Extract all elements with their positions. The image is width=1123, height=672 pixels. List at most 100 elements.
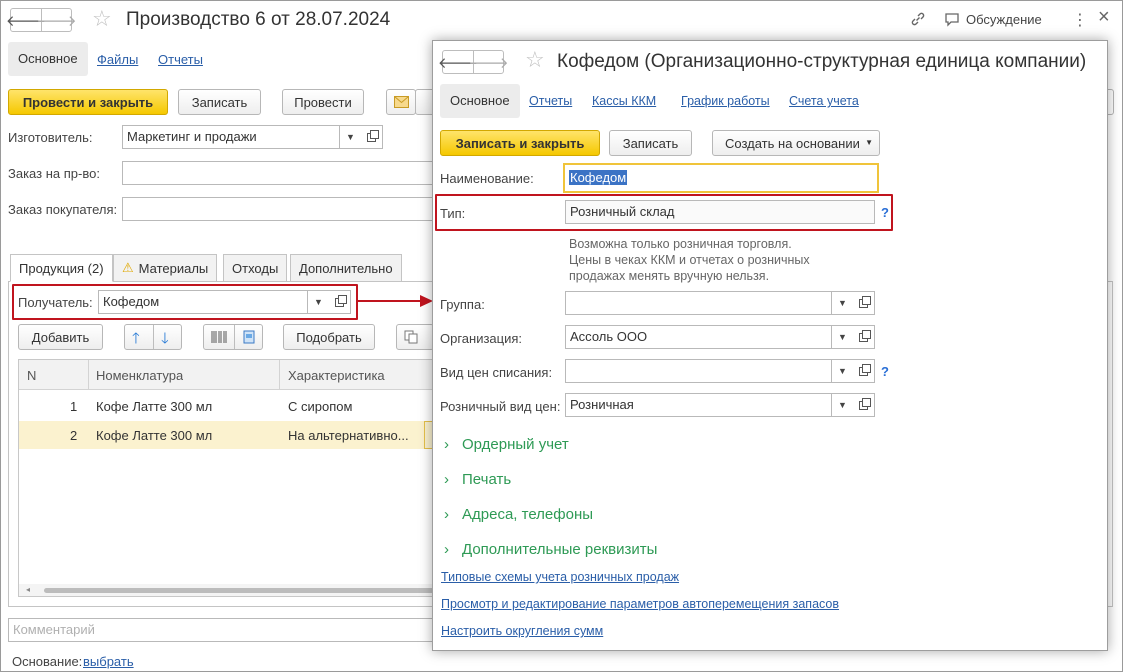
- scanner-icon[interactable]: [241, 329, 257, 345]
- main-tab-basic[interactable]: Основное: [8, 42, 88, 76]
- forward-arrow-icon[interactable]: 🡒: [36, 9, 77, 31]
- chevron-down-icon: ▼: [865, 138, 873, 147]
- write-off-price-dropdown-icon[interactable]: ▼: [832, 359, 854, 383]
- manufacturer-dropdown-icon[interactable]: ▼: [340, 125, 362, 149]
- auto-transfer-params-link[interactable]: Просмотр и редактирование параметров авт…: [441, 597, 839, 611]
- write-off-price-input[interactable]: [565, 359, 832, 383]
- h-scrollbar-thumb[interactable]: [44, 588, 434, 593]
- barcode-icon[interactable]: [211, 330, 227, 344]
- chevron-right-icon: ›: [444, 506, 449, 523]
- group-title: Печать: [462, 471, 512, 488]
- customer-order-input[interactable]: [122, 197, 434, 221]
- group-open-icon[interactable]: [853, 291, 875, 315]
- modal-save-button[interactable]: Записать: [609, 130, 692, 156]
- copy-button[interactable]: [396, 324, 434, 350]
- group-title: Адреса, телефоны: [462, 506, 594, 523]
- write-off-price-open-icon[interactable]: [853, 359, 875, 383]
- col-header-item[interactable]: Номенклатура: [96, 368, 183, 383]
- group-label: Группа:: [440, 297, 485, 312]
- more-icon[interactable]: ⋮: [1072, 10, 1088, 30]
- retail-price-dropdown-icon[interactable]: ▼: [832, 393, 854, 417]
- group-print[interactable]: › Печать: [444, 471, 511, 488]
- post-button[interactable]: Провести: [282, 89, 364, 115]
- row-item: Кофе Латте 300 мл: [96, 428, 213, 443]
- main-tab-files[interactable]: Файлы: [97, 52, 138, 67]
- subtab-additional[interactable]: Дополнительно: [290, 254, 402, 282]
- manufacturer-input[interactable]: Маркетинг и продажи: [122, 125, 340, 149]
- discussion-icon[interactable]: [944, 12, 960, 30]
- group-order-accounting[interactable]: › Ордерный учет: [444, 436, 569, 453]
- type-highlight-box: [435, 194, 893, 231]
- separator: [234, 325, 235, 349]
- discussion-button[interactable]: Обсуждение: [966, 12, 1042, 27]
- group-title: Дополнительные реквизиты: [462, 541, 658, 558]
- row-number: 2: [70, 428, 78, 443]
- retail-price-open-icon[interactable]: [853, 393, 875, 417]
- link-icon[interactable]: [910, 11, 926, 30]
- modal-tab-basic[interactable]: Основное: [440, 84, 520, 118]
- save-and-close-button[interactable]: Записать и закрыть: [440, 130, 600, 156]
- separator: [153, 325, 154, 349]
- group-input[interactable]: [565, 291, 832, 315]
- save-button[interactable]: Записать: [178, 89, 261, 115]
- group-title: Ордерный учет: [462, 436, 569, 453]
- forward-arrow-icon[interactable]: 🡒: [468, 51, 509, 73]
- row-number: 1: [70, 399, 78, 414]
- comment-input[interactable]: Комментарий: [8, 618, 434, 642]
- table-row[interactable]: [19, 392, 434, 420]
- retail-schemes-link[interactable]: Типовые схемы учета розничных продаж: [441, 570, 679, 584]
- rounding-settings-link[interactable]: Настроить округления сумм: [441, 624, 603, 638]
- modal-tab-kkm[interactable]: Кассы ККМ: [592, 94, 656, 108]
- subtab-materials[interactable]: ⚠ Материалы: [113, 254, 218, 282]
- warning-icon: ⚠: [122, 260, 134, 275]
- group-dropdown-icon[interactable]: ▼: [832, 291, 854, 315]
- customer-order-label: Заказ покупателя:: [8, 202, 118, 217]
- write-off-price-help-icon[interactable]: ?: [881, 364, 889, 379]
- col-divider: [88, 360, 89, 390]
- organization-input[interactable]: Ассоль ООО: [565, 325, 832, 349]
- type-hint-line: Возможна только розничная торговля.: [569, 237, 792, 251]
- favorite-star-icon[interactable]: ☆: [525, 49, 545, 71]
- write-off-price-label: Вид цен списания:: [440, 365, 553, 380]
- subtab-waste[interactable]: Отходы: [223, 254, 288, 282]
- chevron-right-icon: ›: [444, 436, 449, 453]
- subtab-products[interactable]: Продукция (2): [10, 254, 113, 282]
- arrow-up-icon[interactable]: 🡑: [132, 328, 140, 353]
- type-hint-text: Возможна только розничная торговля. Цены…: [569, 236, 810, 284]
- retail-price-input[interactable]: Розничная: [565, 393, 832, 417]
- basis-label: Основание:: [12, 654, 83, 669]
- group-extra-attributes[interactable]: › Дополнительные реквизиты: [444, 541, 657, 558]
- select-button[interactable]: Подобрать: [283, 324, 375, 350]
- col-header-n[interactable]: N: [27, 368, 36, 383]
- add-row-button[interactable]: Добавить: [18, 324, 103, 350]
- scroll-left-icon[interactable]: ◂: [26, 585, 30, 594]
- modal-tab-schedule[interactable]: График работы: [681, 94, 770, 108]
- post-and-close-button[interactable]: Провести и закрыть: [8, 89, 168, 115]
- close-icon[interactable]: ×: [1098, 6, 1110, 29]
- col-header-char[interactable]: Характеристика: [288, 368, 385, 383]
- modal-tab-reports[interactable]: Отчеты: [529, 94, 572, 108]
- name-input[interactable]: Кофедом: [563, 163, 879, 193]
- basis-select-link[interactable]: выбрать: [83, 654, 134, 669]
- chevron-right-icon: ›: [444, 541, 449, 558]
- col-divider: [279, 360, 280, 390]
- main-nav-buttons: 🡐 🡒: [6, 8, 77, 32]
- organization-dropdown-icon[interactable]: ▼: [832, 325, 854, 349]
- modal-tab-accounts[interactable]: Счета учета: [789, 94, 859, 108]
- production-order-input[interactable]: [122, 161, 434, 185]
- modal-nav-buttons: 🡐 🡒: [438, 50, 509, 74]
- move-buttons: 🡑 🡓: [124, 324, 182, 350]
- organization-open-icon[interactable]: [853, 325, 875, 349]
- red-arrow-icon: [358, 295, 433, 307]
- favorite-star-icon[interactable]: ☆: [92, 8, 112, 30]
- group-addresses[interactable]: › Адреса, телефоны: [444, 506, 593, 523]
- organization-label: Организация:: [440, 331, 523, 346]
- main-tab-reports[interactable]: Отчеты: [158, 52, 203, 67]
- mail-button[interactable]: [386, 89, 416, 115]
- manufacturer-open-icon[interactable]: [361, 125, 383, 149]
- type-hint-line: Цены в чеках ККМ и отчетах о розничных: [569, 253, 810, 267]
- arrow-down-icon[interactable]: 🡓: [161, 328, 169, 353]
- create-based-on-button[interactable]: Создать на основании ▼: [712, 130, 880, 156]
- modal-title: Кофедом (Организационно-структурная един…: [557, 51, 1087, 72]
- chevron-right-icon: ›: [444, 471, 449, 488]
